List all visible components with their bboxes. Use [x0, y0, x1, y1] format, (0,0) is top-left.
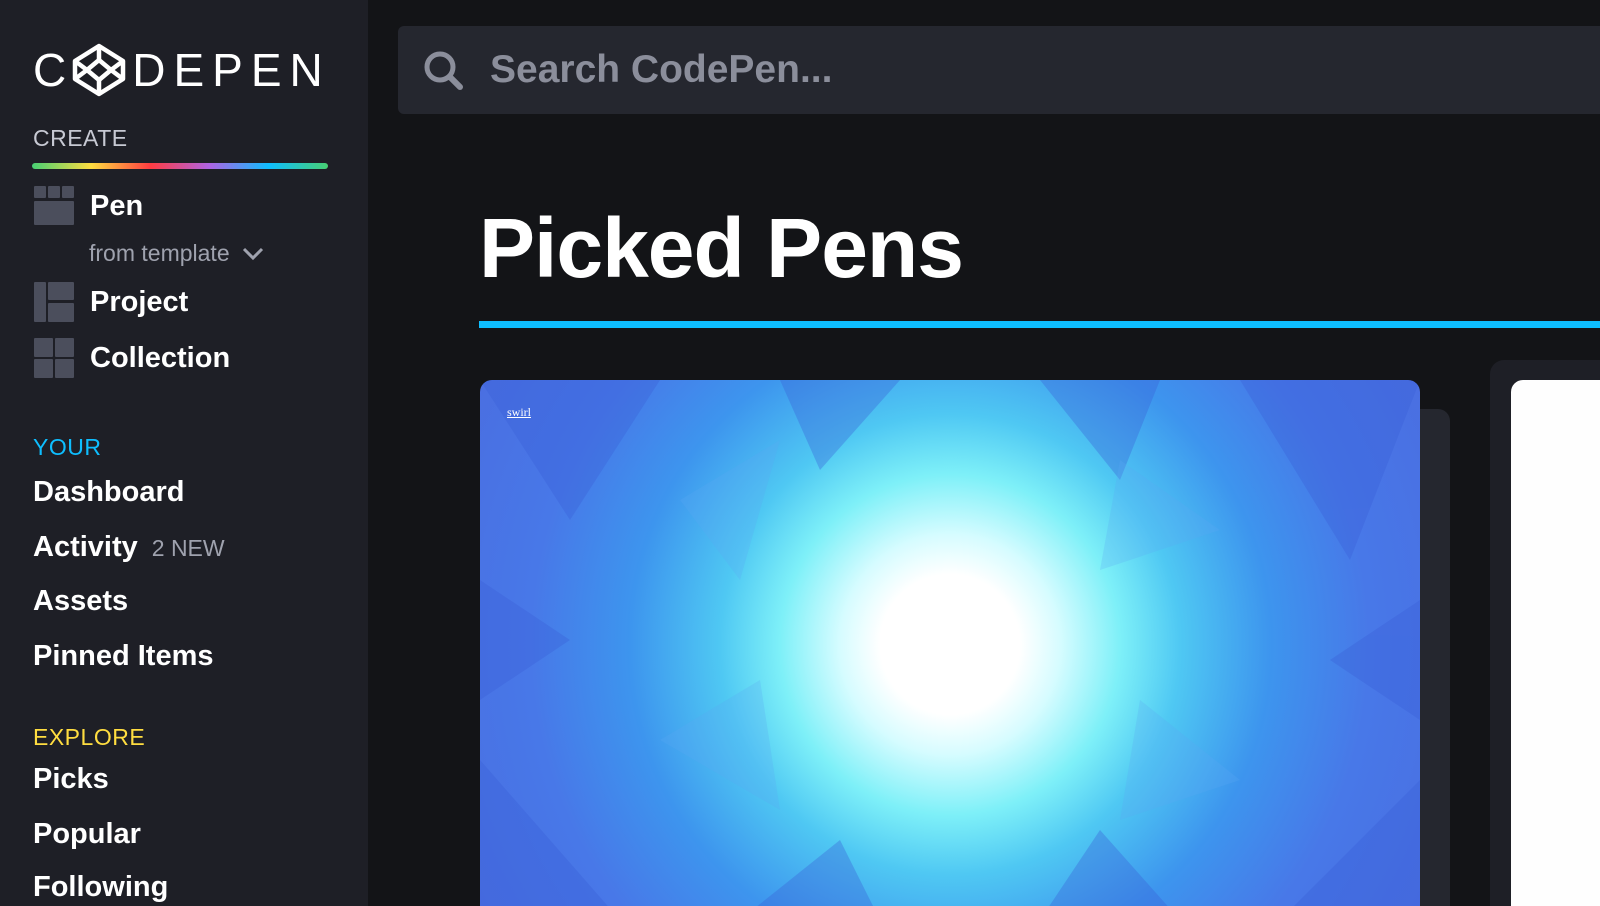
nav-assets[interactable]: Assets: [33, 585, 128, 618]
your-section-label: YOUR: [33, 434, 102, 460]
create-collection-button[interactable]: Collection: [33, 337, 230, 379]
swirl-tunnel-artwork: [480, 380, 1420, 906]
nav-activity-label: Activity: [33, 531, 138, 563]
pen-from-template-dropdown[interactable]: from template: [89, 240, 264, 267]
create-collection-label: Collection: [90, 341, 231, 374]
nav-pinned-items[interactable]: Pinned Items: [33, 640, 214, 673]
create-rainbow-divider: [32, 163, 328, 169]
create-pen-label: Pen: [90, 189, 144, 222]
nav-following[interactable]: Following: [33, 871, 168, 904]
nav-picks[interactable]: Picks: [33, 763, 109, 796]
pen-grid-icon: [34, 186, 74, 225]
next-pen-card-preview[interactable]: [1511, 380, 1600, 906]
search-input[interactable]: [490, 48, 1390, 92]
from-template-label: from template: [89, 240, 230, 266]
create-pen-button[interactable]: Pen: [33, 185, 143, 227]
search-bar[interactable]: [398, 26, 1600, 114]
create-project-button[interactable]: Project: [33, 281, 188, 323]
project-layout-icon: [34, 282, 74, 322]
pen-title-link[interactable]: swirl: [507, 405, 531, 420]
create-section-label: CREATE: [33, 125, 128, 151]
pen-card-preview[interactable]: swirl: [480, 380, 1420, 906]
search-icon: [424, 51, 463, 90]
collection-grid-icon: [34, 338, 74, 378]
nav-popular[interactable]: Popular: [33, 818, 141, 851]
title-underline: [479, 321, 1600, 328]
app: C DEPEN CREATE Pen from template Project…: [0, 0, 1600, 906]
nav-activity[interactable]: Activity 2 NEW: [33, 531, 225, 564]
explore-section-label: EXPLORE: [33, 724, 146, 750]
activity-new-badge: 2 NEW: [151, 535, 225, 561]
logo-letters: DEPEN: [132, 44, 331, 96]
sidebar: C DEPEN CREATE Pen from template Project…: [0, 0, 368, 906]
chevron-down-icon: [242, 247, 263, 260]
logo-letter-c: C: [33, 44, 75, 96]
page-title: Picked Pens: [479, 201, 964, 295]
nav-dashboard[interactable]: Dashboard: [33, 476, 184, 509]
codepen-cube-icon: [72, 43, 126, 97]
codepen-logo[interactable]: C DEPEN: [33, 43, 331, 97]
create-project-label: Project: [90, 285, 189, 318]
